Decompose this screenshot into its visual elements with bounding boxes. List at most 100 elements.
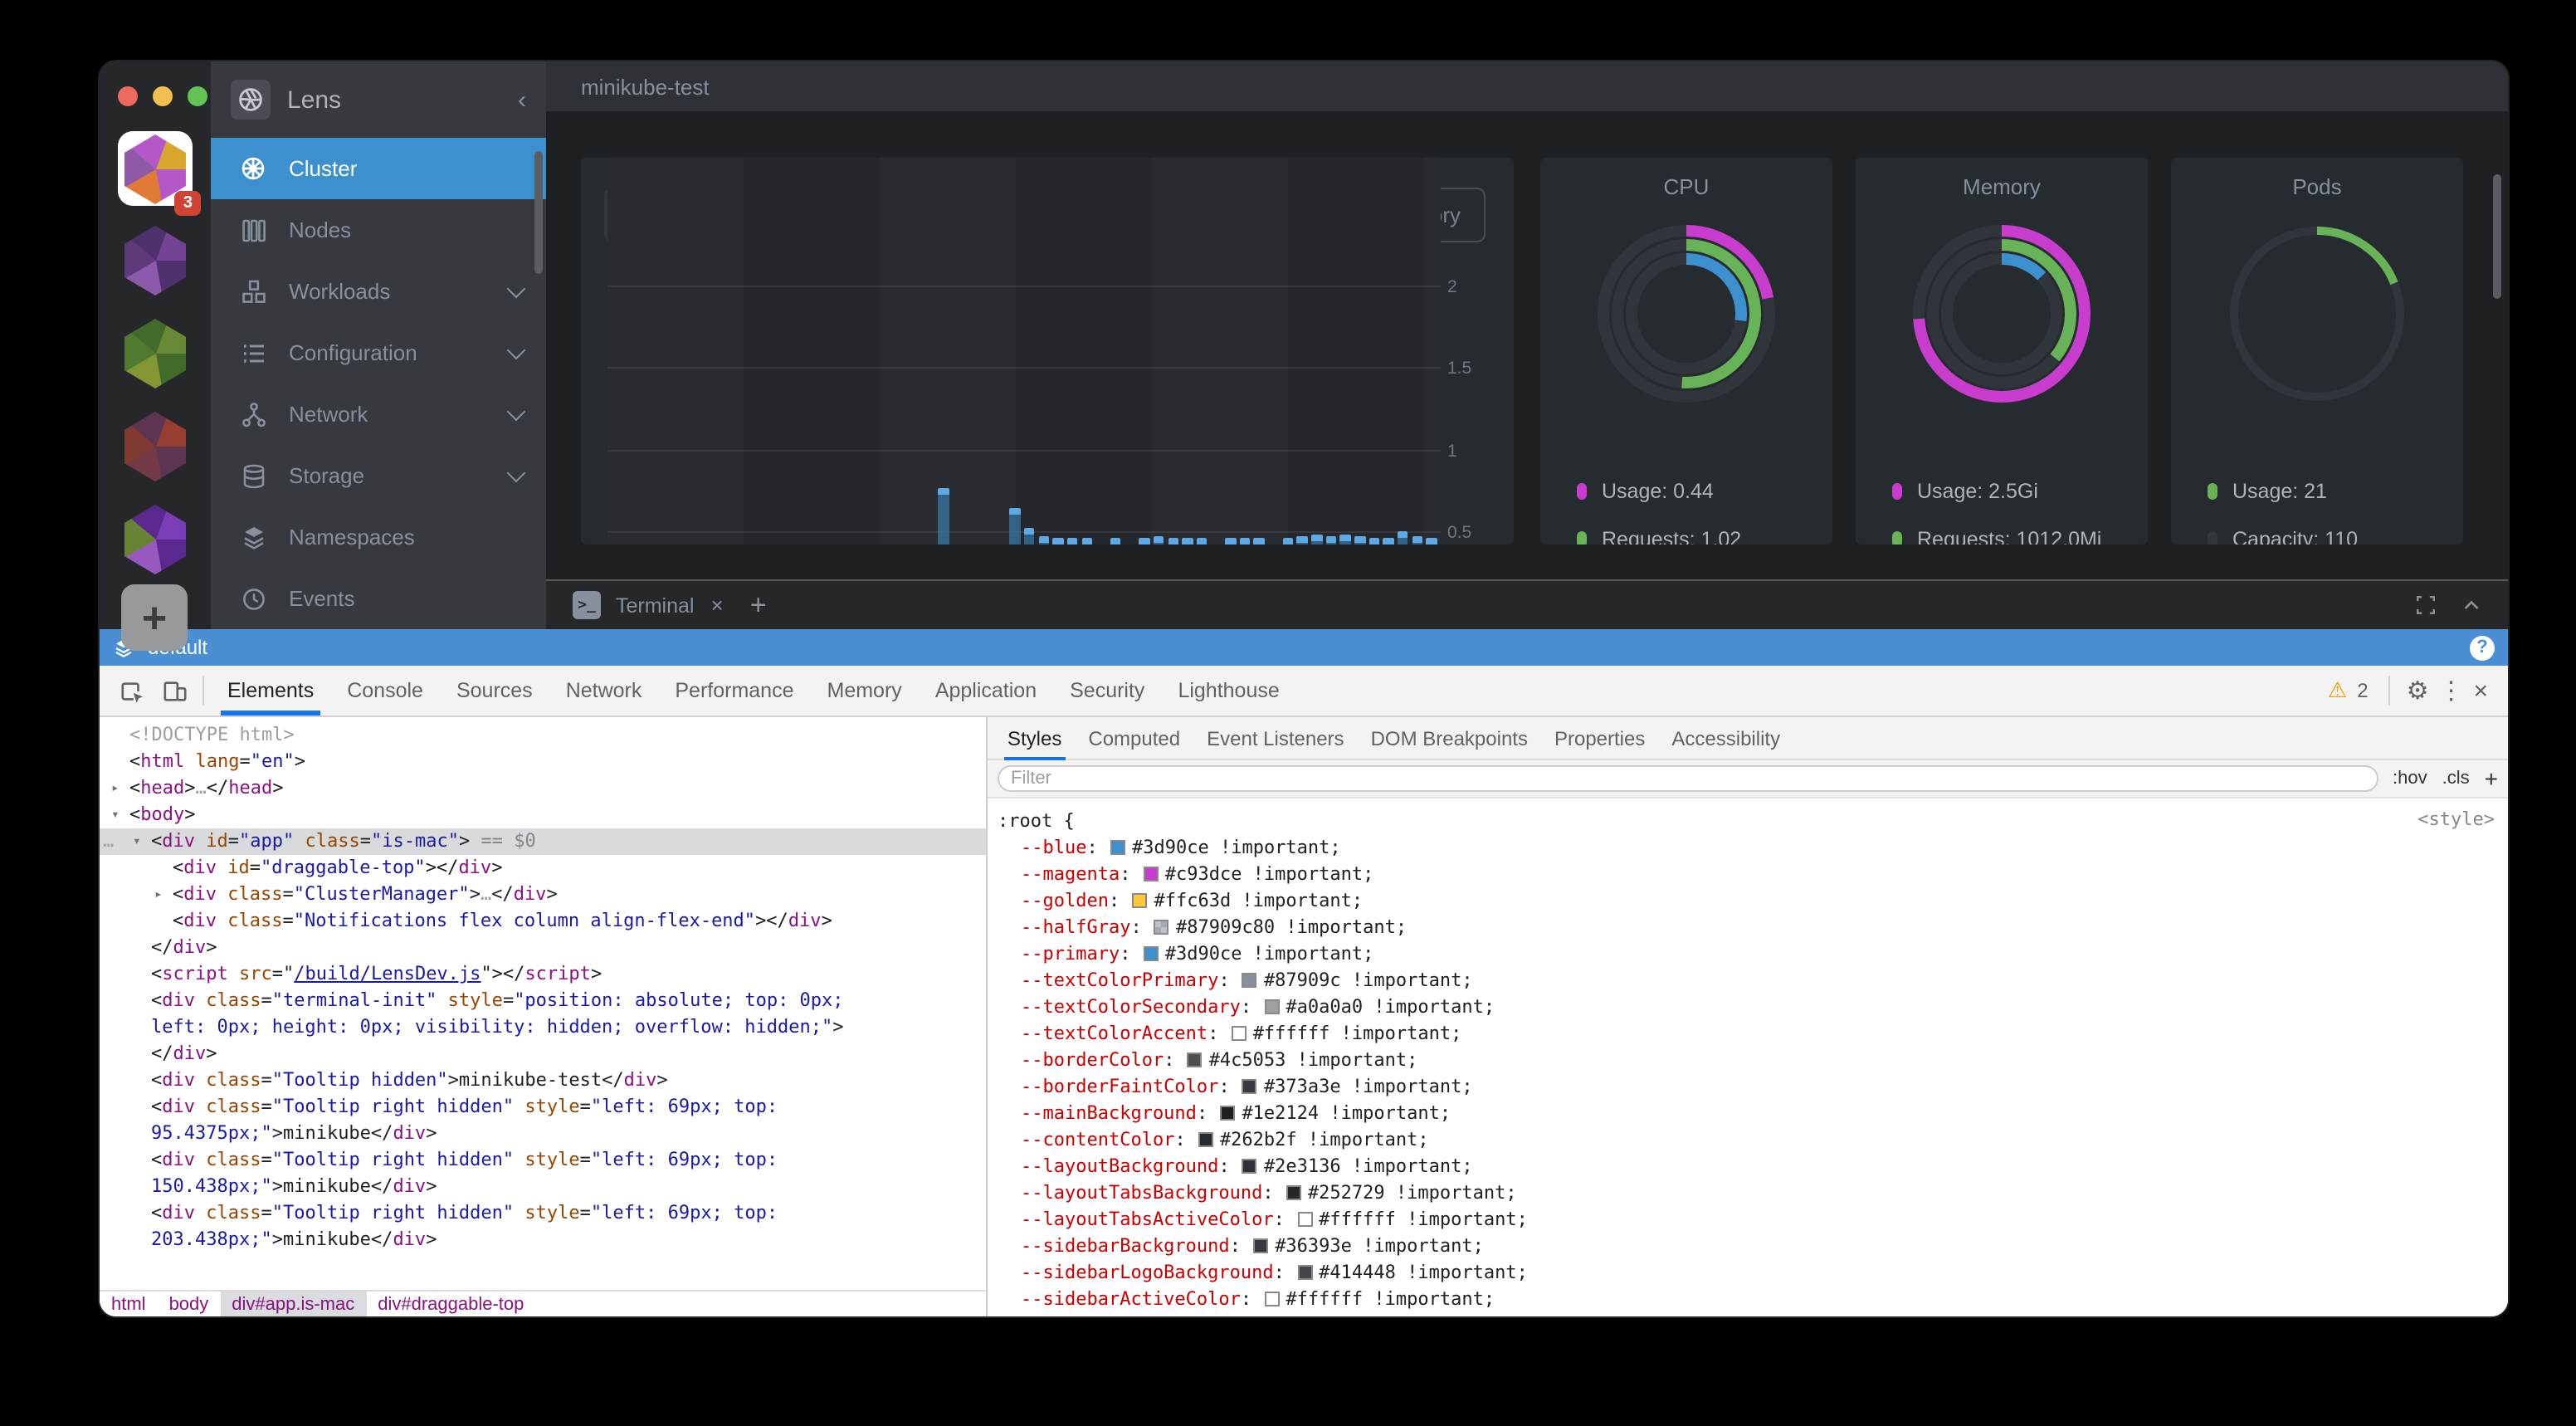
dom-tree-line[interactable]: <html lang="en"> xyxy=(100,749,986,775)
tab-console[interactable]: Console xyxy=(330,666,440,715)
styles-tab-computed[interactable]: Computed xyxy=(1075,716,1193,759)
style-source-link[interactable]: <style> xyxy=(2417,808,2495,830)
styles-tab-accessibility[interactable]: Accessibility xyxy=(1658,716,1793,759)
tree-toggle-arrow-icon[interactable]: ▸ xyxy=(154,881,163,908)
css-property-line[interactable]: --borderFaintColor: #373a3e !important; xyxy=(988,1074,2508,1101)
sidebar-item-configuration[interactable]: Configuration xyxy=(211,322,546,383)
css-property-line[interactable]: --textColorPrimary: #87909c !important; xyxy=(988,968,2508,994)
css-property-line[interactable]: --textColorSecondary: #a0a0a0 !important… xyxy=(988,994,2508,1021)
dom-tree-line[interactable]: ▸<head>…</head> xyxy=(100,775,986,802)
dom-tree-line[interactable]: <div class="Tooltip right hidden" style=… xyxy=(100,1094,986,1121)
cluster-tile[interactable] xyxy=(118,410,193,485)
css-property-line[interactable]: --sidebarLogoBackground: #414448 !import… xyxy=(988,1260,2508,1287)
terminal-close-icon[interactable]: × xyxy=(711,593,724,618)
css-property-line[interactable]: --mainBackground: #1e2124 !important; xyxy=(988,1101,2508,1127)
tab-lighthouse[interactable]: Lighthouse xyxy=(1161,666,1295,715)
tab-elements[interactable]: Elements xyxy=(211,666,330,715)
css-property-line[interactable]: --textColorAccent: #ffffff !important; xyxy=(988,1021,2508,1048)
warning-count[interactable]: 2 xyxy=(2357,679,2368,702)
css-property-line[interactable]: --blue: #3d90ce !important; xyxy=(988,835,2508,862)
tab-memory[interactable]: Memory xyxy=(811,666,919,715)
color-swatch[interactable] xyxy=(1220,1106,1235,1121)
help-button[interactable]: ? xyxy=(2470,635,2495,660)
terminal-collapse-chevron-icon[interactable] xyxy=(2461,595,2481,615)
color-swatch[interactable] xyxy=(1264,1292,1279,1306)
new-style-rule-button[interactable]: + xyxy=(2485,765,2498,792)
cluster-tile[interactable] xyxy=(118,224,193,299)
dom-tree-line[interactable]: left: 0px; height: 0px; visibility: hidd… xyxy=(100,1014,986,1041)
styles-tab-event-listeners[interactable]: Event Listeners xyxy=(1193,716,1357,759)
css-property-line[interactable]: --contentColor: #262b2f !important; xyxy=(988,1127,2508,1154)
dom-tree-line[interactable]: <div class="Tooltip right hidden" style=… xyxy=(100,1147,986,1174)
color-swatch[interactable] xyxy=(1253,1238,1268,1253)
dom-tree-line[interactable]: </div> xyxy=(100,1041,986,1067)
styles-filter-input[interactable] xyxy=(998,765,2378,792)
tab-network[interactable]: Network xyxy=(549,666,659,715)
warning-icon[interactable]: ⚠ xyxy=(2328,677,2347,704)
terminal-tab[interactable]: Terminal xyxy=(616,593,695,617)
tab-security[interactable]: Security xyxy=(1053,666,1161,715)
toggle-class-button[interactable]: .cls xyxy=(2442,769,2470,789)
toggle-hover-state-button[interactable]: :hov xyxy=(2393,769,2427,789)
dom-tree-line[interactable]: <div class="Tooltip hidden">minikube-tes… xyxy=(100,1067,986,1094)
color-swatch[interactable] xyxy=(1198,1132,1213,1147)
color-swatch[interactable] xyxy=(1110,840,1125,855)
sidebar-item-cluster[interactable]: Cluster xyxy=(211,138,546,199)
dom-tree-line[interactable]: <div class="terminal-init" style="positi… xyxy=(100,988,986,1014)
styles-tab-styles[interactable]: Styles xyxy=(994,716,1075,759)
sidebar-item-nodes[interactable]: Nodes xyxy=(211,199,546,261)
breadcrumb-item[interactable]: body xyxy=(158,1292,221,1316)
tree-toggle-arrow-icon[interactable]: ▾ xyxy=(133,828,141,855)
color-swatch[interactable] xyxy=(1132,893,1147,908)
dom-tree-line[interactable]: 150.438px;">minikube</div> xyxy=(100,1174,986,1200)
css-property-line[interactable]: --magenta: #c93dce !important; xyxy=(988,862,2508,888)
cluster-tile[interactable]: 3 xyxy=(118,131,193,206)
color-swatch[interactable] xyxy=(1188,1052,1203,1067)
dom-tree[interactable]: <!DOCTYPE html><html lang="en">▸<head>…<… xyxy=(100,717,986,1290)
css-property-line[interactable]: --layoutTabsBackground: #252729 !importa… xyxy=(988,1180,2508,1207)
css-property-line[interactable]: --sidebarBackground: #36393e !important; xyxy=(988,1233,2508,1260)
color-swatch[interactable] xyxy=(1232,1026,1247,1041)
color-swatch[interactable] xyxy=(1242,1159,1257,1174)
tab-application[interactable]: Application xyxy=(919,666,1053,715)
color-swatch[interactable] xyxy=(1242,1079,1257,1094)
dom-tree-line[interactable]: 203.438px;">minikube</div> xyxy=(100,1227,986,1253)
css-rules-list[interactable]: <style> :root { --blue: #3d90ce !importa… xyxy=(988,798,2508,1316)
css-property-line[interactable]: --golden: #ffc63d !important; xyxy=(988,888,2508,915)
macos-close-button[interactable] xyxy=(118,86,138,106)
add-cluster-button[interactable]: + xyxy=(121,584,188,651)
dom-tree-line[interactable]: 95.4375px;">minikube</div> xyxy=(100,1121,986,1147)
sidebar-item-namespaces[interactable]: Namespaces xyxy=(211,506,546,568)
sidebar-item-events[interactable]: Events xyxy=(211,568,546,629)
dom-tree-line[interactable]: ▾<body> xyxy=(100,802,986,828)
dom-tree-line[interactable]: ▸<div class="ClusterManager">…</div> xyxy=(100,881,986,908)
dom-tree-line[interactable]: </div> xyxy=(100,935,986,961)
css-property-line[interactable]: --borderColor: #4c5053 !important; xyxy=(988,1048,2508,1074)
device-toolbar-icon[interactable] xyxy=(153,672,196,709)
dom-tree-line[interactable]: ▾…<div id="app" class="is-mac"> == $0 xyxy=(100,828,986,855)
styles-tab-properties[interactable]: Properties xyxy=(1541,716,1658,759)
color-swatch[interactable] xyxy=(1144,946,1159,961)
terminal-add-icon[interactable]: + xyxy=(750,588,767,622)
sidebar-item-workloads[interactable]: Workloads xyxy=(211,261,546,322)
sidebar-collapse-icon[interactable]: ‹ xyxy=(518,85,526,114)
devtools-settings-gear-icon[interactable]: ⚙ xyxy=(2407,676,2429,706)
devtools-menu-dots-icon[interactable]: ⋮ xyxy=(2438,676,2463,706)
color-swatch[interactable] xyxy=(1144,867,1159,881)
color-swatch[interactable] xyxy=(1154,920,1169,935)
styles-tab-dom-breakpoints[interactable]: DOM Breakpoints xyxy=(1358,716,1541,759)
dom-tree-line[interactable]: <script src="/build/LensDev.js"></script… xyxy=(100,961,986,988)
css-property-line[interactable]: --sidebarActiveColor: #ffffff !important… xyxy=(988,1287,2508,1313)
color-swatch[interactable] xyxy=(1297,1212,1312,1227)
inspect-element-icon[interactable] xyxy=(110,672,153,709)
sidebar-item-network[interactable]: Network xyxy=(211,383,546,445)
tree-toggle-arrow-icon[interactable]: ▾ xyxy=(111,802,120,828)
devtools-close-icon[interactable]: × xyxy=(2473,676,2488,705)
css-property-line[interactable]: --layoutBackground: #2e3136 !important; xyxy=(988,1154,2508,1180)
terminal-expand-icon[interactable] xyxy=(2415,594,2437,616)
node-menu-dots-icon[interactable]: … xyxy=(103,828,114,855)
dom-tree-line[interactable]: <div id="draggable-top"></div> xyxy=(100,855,986,881)
color-swatch[interactable] xyxy=(1242,973,1257,988)
dom-tree-line[interactable]: <div class="Tooltip right hidden" style=… xyxy=(100,1200,986,1227)
macos-minimize-button[interactable] xyxy=(153,86,173,106)
